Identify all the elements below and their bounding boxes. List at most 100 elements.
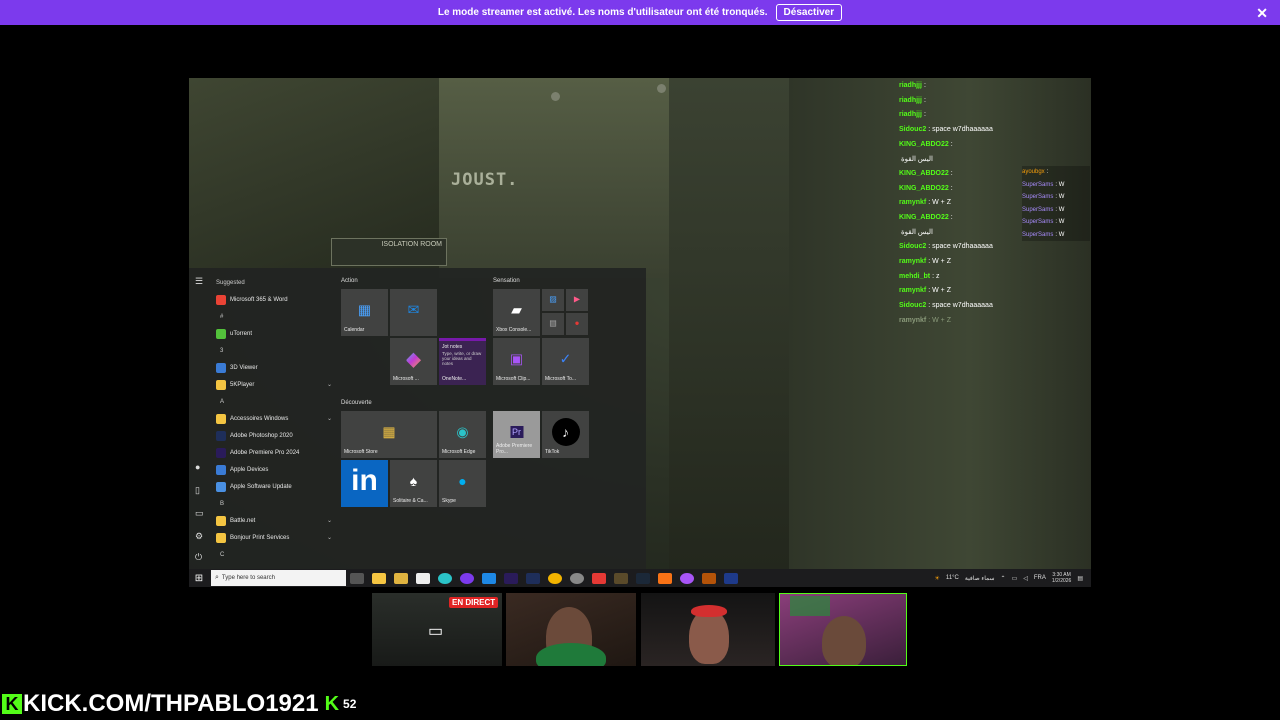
settings-icon[interactable]: ⚙: [195, 531, 203, 542]
tile-clipchamp[interactable]: ▣ Microsoft Clip...: [493, 338, 540, 385]
tile-skype[interactable]: ● Skype: [439, 460, 486, 507]
chat-username[interactable]: ramynkf: [899, 258, 926, 265]
chat-username[interactable]: ramynkf: [899, 199, 926, 206]
document-icon[interactable]: ▯: [195, 485, 200, 496]
chat-username[interactable]: ramynkf: [899, 287, 926, 294]
tile-calendar[interactable]: ▦ Calendar: [341, 289, 388, 336]
app-list-item[interactable]: Apple Devices: [216, 461, 336, 478]
close-icon[interactable]: ✕: [1256, 5, 1268, 22]
chat-username[interactable]: ramynkf: [899, 317, 926, 324]
app-icon[interactable]: [570, 572, 584, 584]
chat-username[interactable]: Sidouc2: [899, 126, 926, 133]
webcam-feed-active[interactable]: [779, 593, 907, 666]
tile-photos[interactable]: ▨: [542, 289, 564, 311]
windows-start-icon[interactable]: ⊞: [189, 573, 209, 584]
chat-username[interactable]: SuperSams: [1022, 232, 1053, 238]
tile-edge[interactable]: ◉ Microsoft Edge: [439, 411, 486, 458]
user-icon[interactable]: ●: [195, 462, 200, 472]
pictures-icon[interactable]: ▭: [195, 508, 204, 519]
chat-username[interactable]: SuperSams: [1022, 207, 1053, 213]
chrome-icon[interactable]: [548, 572, 562, 584]
chevron-down-icon[interactable]: ⌄: [327, 517, 332, 524]
app-list-item[interactable]: Bonjour Print Services ⌄: [216, 529, 336, 546]
app-list-item[interactable]: 3D Viewer: [216, 359, 336, 376]
tile-m365[interactable]: ◆ Microsoft ...: [390, 338, 437, 385]
chevron-down-icon[interactable]: ⌄: [327, 534, 332, 541]
live-badge: EN DIRECT: [449, 597, 499, 608]
chevron-down-icon[interactable]: ⌄: [327, 381, 332, 388]
taskbar-search-box[interactable]: ⌕ Type here to search: [211, 570, 346, 586]
chat-username[interactable]: Sidouc2: [899, 243, 926, 250]
chat-username[interactable]: SuperSams: [1022, 194, 1053, 200]
steam-icon[interactable]: [702, 572, 716, 584]
volume-icon[interactable]: ◁: [1023, 575, 1028, 582]
app-list-item[interactable]: Accessoires Windows ⌄: [216, 410, 336, 427]
app-list-item[interactable]: Adobe Photoshop 2020: [216, 427, 336, 444]
app-list-item[interactable]: 5KPlayer ⌄: [216, 376, 336, 393]
steam-icon[interactable]: [636, 572, 650, 584]
app-list-item[interactable]: Battle.net ⌄: [216, 512, 336, 529]
menu-icon[interactable]: ☰: [195, 276, 203, 287]
tile-onenote[interactable]: Jot notes Type, write, or draw your idea…: [439, 338, 486, 385]
app-list-letter[interactable]: A: [216, 393, 336, 410]
tile-microsoft-store[interactable]: ▦ Microsoft Store: [341, 411, 437, 458]
app-list-letter[interactable]: C: [216, 546, 336, 563]
app-list-item[interactable]: Microsoft 365 & Word: [216, 291, 336, 308]
outlook-icon[interactable]: [482, 572, 496, 584]
app-list-item[interactable]: uTorrent: [216, 325, 336, 342]
chat-username[interactable]: riadhjjj: [899, 111, 922, 118]
chat-username[interactable]: riadhjjj: [899, 82, 922, 89]
chevron-up-icon[interactable]: ⌃: [1001, 575, 1006, 582]
tile-maps[interactable]: ●: [566, 313, 588, 335]
app-icon[interactable]: [460, 572, 474, 584]
premiere-icon[interactable]: [504, 572, 518, 584]
chat-username[interactable]: SuperSams: [1022, 182, 1053, 188]
app-list-item[interactable]: Apple Software Update: [216, 478, 336, 495]
app-icon[interactable]: [658, 572, 672, 584]
app-list-item[interactable]: Adobe Premiere Pro 2024: [216, 444, 336, 461]
tile-todo[interactable]: ✓ Microsoft To...: [542, 338, 589, 385]
tile-tiktok[interactable]: ♪ TikTok: [542, 411, 589, 458]
chat-username[interactable]: KING_ABDO22: [899, 185, 949, 192]
chat-username[interactable]: riadhjjj: [899, 97, 922, 104]
app-list-letter[interactable]: 3: [216, 342, 336, 359]
app-list-item[interactable]: Calculator: [216, 563, 336, 566]
app-icon[interactable]: [614, 572, 628, 584]
language-indicator[interactable]: FRA: [1034, 575, 1046, 581]
stream-video[interactable]: JOUST. ISOLATION ROOM ☰ ● ▯ ▭ ⚙ ⏻ Sugges…: [189, 78, 1091, 587]
tile-premiere[interactable]: Pr Adobe Premiere Pro...: [493, 411, 540, 458]
notepad-icon[interactable]: [416, 572, 430, 584]
chat-username[interactable]: mehdi_bt: [899, 273, 930, 280]
notifications-icon[interactable]: ▤: [1077, 575, 1083, 582]
power-icon[interactable]: ⏻: [195, 552, 202, 563]
chevron-down-icon[interactable]: ⌄: [327, 415, 332, 422]
tile-outlook[interactable]: ✉: [390, 289, 437, 336]
tile-calculator[interactable]: ▤: [542, 313, 564, 335]
app-list-letter[interactable]: B: [216, 495, 336, 512]
app-icon[interactable]: [724, 572, 738, 584]
shield-icon[interactable]: [592, 572, 606, 584]
network-icon[interactable]: ▭: [1012, 575, 1018, 582]
chat-username[interactable]: ayoubgx: [1022, 169, 1045, 175]
wall-panel: [669, 78, 789, 587]
tile-linkedin[interactable]: in: [341, 460, 388, 507]
webcam-feed[interactable]: [641, 593, 775, 666]
tile-media-player[interactable]: ▶: [566, 289, 588, 311]
chat-username[interactable]: KING_ABDO22: [899, 214, 949, 221]
photoshop-icon[interactable]: [526, 572, 540, 584]
tile-xbox-console[interactable]: ▰ Xbox Console...: [493, 289, 540, 336]
chat-username[interactable]: KING_ABDO22: [899, 141, 949, 148]
chat-username[interactable]: KING_ABDO22: [899, 170, 949, 177]
webcam-feed[interactable]: [506, 593, 636, 666]
deactivate-button[interactable]: Désactiver: [775, 4, 843, 21]
task-view-icon[interactable]: [350, 572, 364, 584]
tile-solitaire[interactable]: ♠ Solitaire & Ca...: [390, 460, 437, 507]
store-icon[interactable]: [372, 572, 386, 584]
chat-username[interactable]: SuperSams: [1022, 219, 1053, 225]
app-icon[interactable]: [680, 572, 694, 584]
clock[interactable]: 3:30 AM 1/2/2026: [1052, 572, 1071, 584]
file-explorer-icon[interactable]: [394, 572, 408, 584]
chat-username[interactable]: Sidouc2: [899, 302, 926, 309]
app-list-letter[interactable]: #: [216, 308, 336, 325]
edge-icon[interactable]: [438, 572, 452, 584]
